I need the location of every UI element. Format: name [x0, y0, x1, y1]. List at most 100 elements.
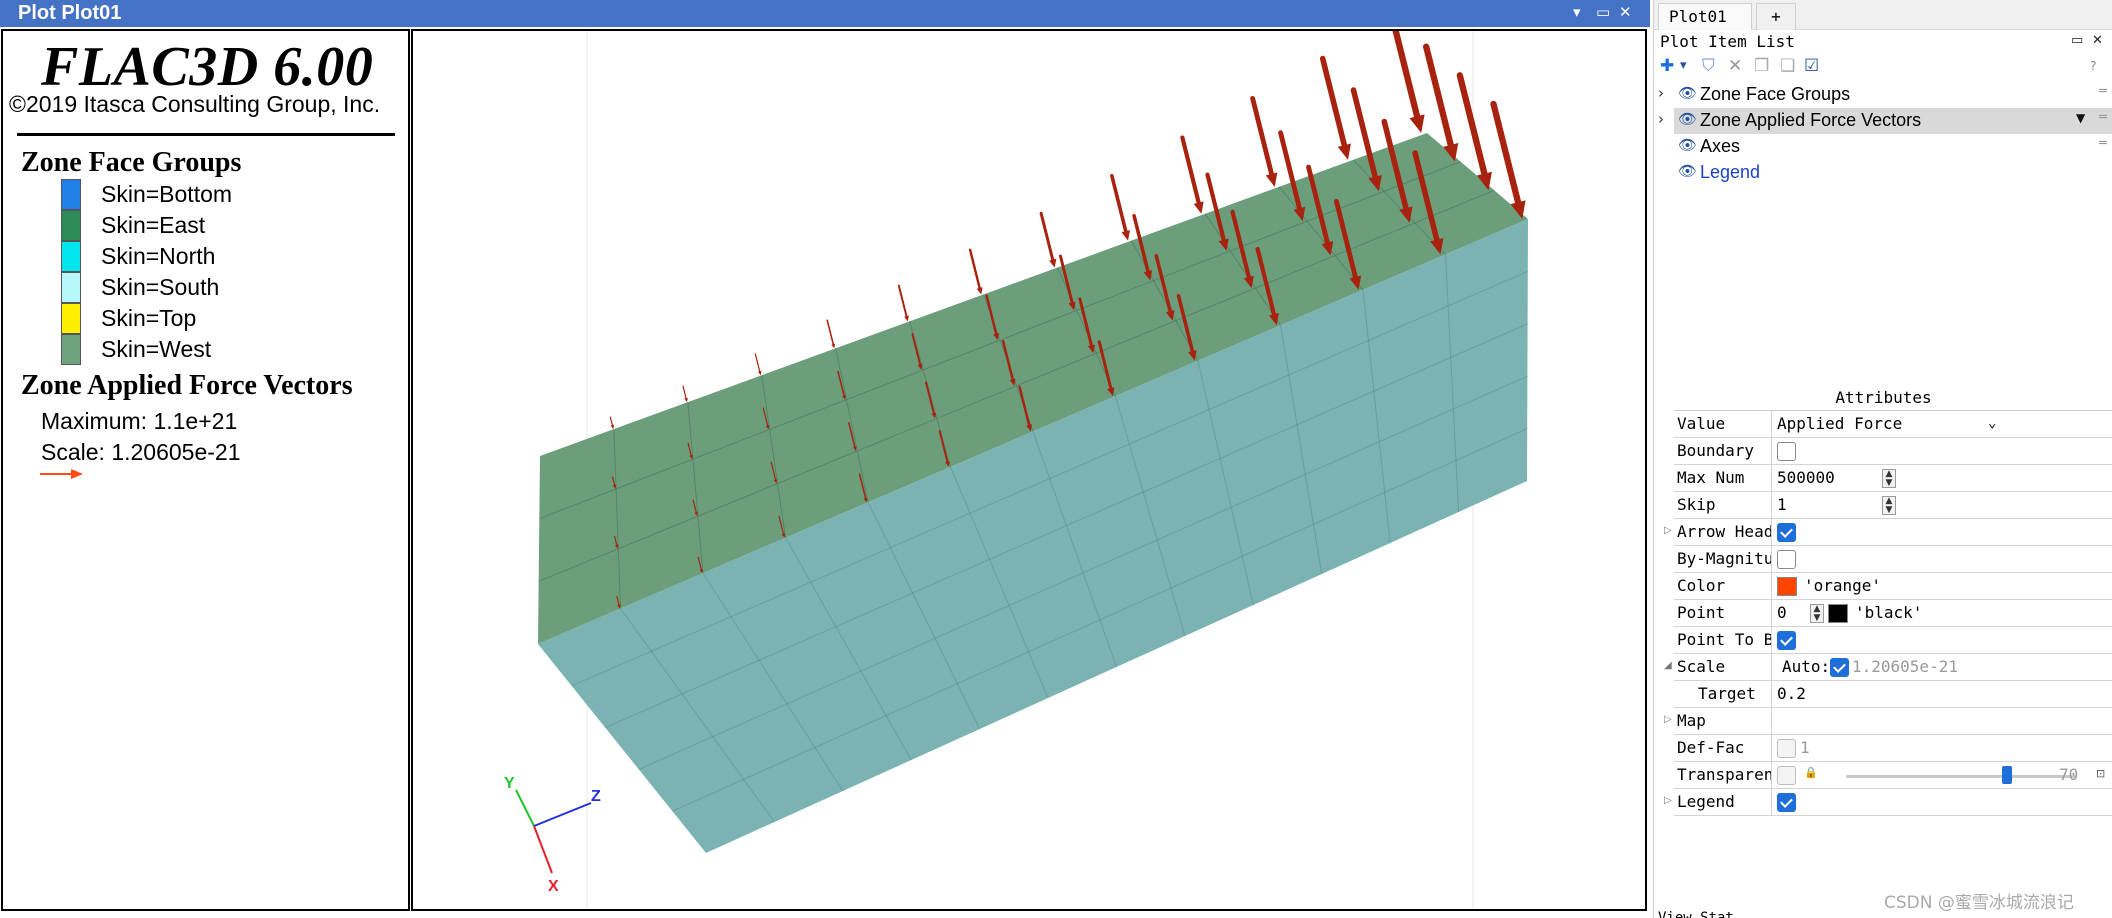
- force-arrow: [1110, 173, 1130, 241]
- skip-input[interactable]: 1: [1777, 492, 1787, 518]
- plot-item-zone-applied-force-vectors[interactable]: › 👁 Zone Applied Force Vectors ▼ ═: [1654, 108, 2112, 134]
- plot-item-toolbar: ✚ ▾ ⛉ ✕ ❐ ❏ ☑ ?: [1658, 55, 2108, 79]
- point-stepper[interactable]: ▲ ▼: [1810, 604, 1824, 623]
- face-group-label: Skin=West: [101, 336, 212, 362]
- force-arrow: [1319, 55, 1351, 160]
- point-input[interactable]: 0: [1777, 600, 1787, 626]
- color-swatch[interactable]: [1777, 577, 1797, 596]
- plot-window: Plot Plot01 ▾ ▭ ✕ FLAC3D 6.00 ©2019 Itas…: [0, 0, 1650, 918]
- face-group-label: Skin=Bottom: [101, 181, 233, 207]
- paste-icon[interactable]: ❏: [1780, 55, 1795, 77]
- attr-name: Legend: [1674, 789, 1772, 815]
- chevron-down-icon[interactable]: ⌄: [1988, 411, 1996, 437]
- attr-row-boundary: Boundary: [1674, 438, 2112, 465]
- attr-name: Map: [1674, 708, 1772, 734]
- plot-titlebar: Plot Plot01 ▾ ▭ ✕: [0, 0, 1650, 27]
- force-arrow: [1180, 135, 1204, 214]
- item-dropdown-icon[interactable]: ▼: [2076, 111, 2085, 125]
- point-color-value[interactable]: 'black': [1855, 600, 1922, 626]
- drag-handle-icon[interactable]: ═: [2099, 84, 2107, 99]
- attr-row-def-fac: Def-Fac 1: [1674, 735, 2112, 762]
- restore-window-icon[interactable]: ▭: [1596, 3, 1610, 21]
- model-3d-view[interactable]: X Y Z: [413, 31, 1647, 911]
- transparency-slider[interactable]: 🔒: [1796, 762, 2096, 788]
- transparency-value[interactable]: 70: [2059, 762, 2078, 788]
- def-fac-checkbox[interactable]: [1777, 739, 1796, 758]
- check-all-icon[interactable]: ☑: [1804, 55, 1819, 77]
- scale-auto-checkbox[interactable]: [1830, 658, 1849, 677]
- slider-track: [1846, 775, 2076, 778]
- target-input[interactable]: 0.2: [1777, 681, 1806, 707]
- plot-item-zone-face-groups[interactable]: › 👁 Zone Face Groups ═: [1654, 82, 2112, 108]
- value-select[interactable]: Applied Force: [1777, 411, 1902, 437]
- attr-name: Color: [1674, 573, 1772, 599]
- force-arrow: [897, 284, 909, 322]
- tab-plot01[interactable]: Plot01: [1658, 3, 1752, 30]
- attr-name: Transparency: [1674, 762, 1772, 788]
- face-group-swatch: [61, 303, 81, 334]
- force-arrow: [682, 385, 688, 403]
- point-color-swatch[interactable]: [1828, 604, 1848, 623]
- eye-icon[interactable]: 👁: [1678, 136, 1697, 154]
- add-item-icon[interactable]: ✚: [1660, 55, 1674, 77]
- expand-arrow-icon[interactable]: ▷: [1664, 714, 1672, 725]
- collapse-arrow-icon[interactable]: ◢: [1664, 660, 1672, 671]
- attributes-table: Value Applied Force ⌄ Boundary Max Num 5…: [1664, 410, 2112, 816]
- z-axis-line: [533, 802, 592, 827]
- eye-icon[interactable]: 👁: [1678, 84, 1697, 102]
- expand-arrow-icon[interactable]: ▷: [1664, 525, 1672, 536]
- copy-icon[interactable]: ❐: [1754, 55, 1769, 77]
- model-viewport[interactable]: X Y Z: [411, 29, 1647, 911]
- plot-item-axes[interactable]: 👁 Axes ═: [1654, 134, 2112, 160]
- force-arrow: [1392, 31, 1425, 133]
- expand-arrow-icon[interactable]: ▷: [1664, 795, 1672, 806]
- plot-item-label: Legend: [1700, 162, 1761, 182]
- plot-legend: FLAC3D 6.00 ©2019 Itasca Consulting Grou…: [1, 29, 410, 911]
- control-panel: Plot01 + Plot Item List ▭ ✕ ✚ ▾ ⛉ ✕ ❐ ❏ …: [1653, 0, 2112, 918]
- expand-icon[interactable]: ⊡: [2096, 767, 2105, 780]
- legend-checkbox[interactable]: [1777, 793, 1796, 812]
- def-fac-value[interactable]: 1: [1800, 735, 1810, 761]
- y-axis-label: Y: [504, 775, 515, 792]
- delete-icon[interactable]: ✕: [1728, 55, 1742, 77]
- plot-item-label: Axes: [1700, 136, 1741, 156]
- expand-chevron-icon[interactable]: ›: [1658, 84, 1664, 102]
- color-value[interactable]: 'orange': [1804, 573, 1881, 599]
- face-group-label: Skin=East: [101, 212, 206, 238]
- boundary-checkbox[interactable]: [1777, 442, 1796, 461]
- filter-icon[interactable]: ⛉: [1702, 55, 1715, 77]
- plot-item-legend[interactable]: 👁 Legend: [1654, 160, 2112, 186]
- float-panel-icon[interactable]: ▭: [2071, 33, 2083, 48]
- attr-row-map: ▷ Map: [1664, 708, 2112, 735]
- transparency-checkbox[interactable]: [1777, 766, 1796, 785]
- max-num-input[interactable]: 500000: [1777, 465, 1835, 491]
- plot-item-label: Zone Face Groups: [1700, 84, 1851, 104]
- add-dropdown-icon[interactable]: ▾: [1680, 55, 1687, 77]
- add-tab-button[interactable]: +: [1756, 3, 1796, 30]
- arrow-head-checkbox[interactable]: [1777, 523, 1796, 542]
- point-to-base-checkbox[interactable]: [1777, 631, 1796, 650]
- expand-chevron-icon[interactable]: ›: [1658, 110, 1664, 128]
- attr-row-point: Point 0 ▲ ▼ 'black': [1674, 600, 2112, 627]
- drag-handle-icon[interactable]: ═: [2099, 136, 2107, 151]
- status-bar-fragment: View Stat: [1658, 910, 1734, 918]
- scale-value[interactable]: 1.20605e-21: [1852, 654, 1958, 680]
- menu-dropdown-icon[interactable]: ▾: [1573, 3, 1581, 21]
- help-icon[interactable]: ?: [2090, 55, 2096, 77]
- face-group-swatch: [61, 179, 81, 210]
- plot-window-title: Plot Plot01: [18, 2, 122, 24]
- slider-thumb[interactable]: [2002, 766, 2012, 784]
- by-magnitude-checkbox[interactable]: [1777, 550, 1796, 569]
- eye-icon[interactable]: 👁: [1678, 110, 1697, 128]
- attr-row-scale: ◢ Scale Auto: 1.20605e-21: [1664, 654, 2112, 681]
- attr-name: Scale: [1674, 654, 1772, 680]
- close-window-icon[interactable]: ✕: [1619, 3, 1632, 21]
- drag-handle-icon[interactable]: ═: [2099, 110, 2107, 125]
- legend-copyright: ©2019 Itasca Consulting Group, Inc.: [9, 91, 381, 117]
- attr-name: Skip: [1674, 492, 1772, 518]
- force-arrow: [1250, 95, 1278, 187]
- max-num-stepper[interactable]: ▲ ▼: [1882, 469, 1896, 488]
- eye-icon[interactable]: 👁: [1678, 162, 1697, 180]
- skip-stepper[interactable]: ▲ ▼: [1882, 496, 1896, 515]
- close-panel-icon[interactable]: ✕: [2092, 33, 2103, 48]
